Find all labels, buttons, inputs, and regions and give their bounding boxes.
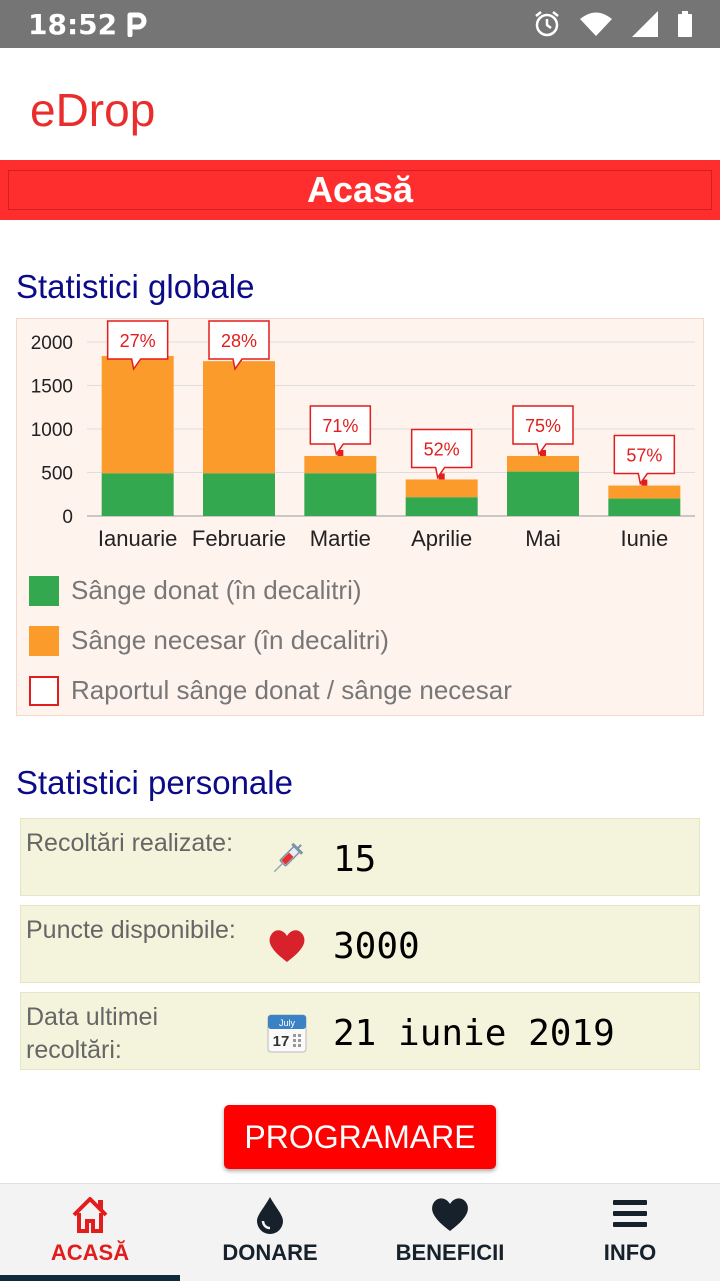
nav-label-info: INFO	[603, 1240, 657, 1265]
y-tick-label: 1000	[31, 420, 73, 441]
global-stats-title: Statistici globale	[16, 268, 255, 305]
stat-value-donations: 15	[333, 839, 377, 880]
ratio-label: 57%	[626, 446, 662, 466]
wifi-icon	[580, 12, 612, 36]
nav-item-home[interactable]: ACASĂ	[0, 1184, 180, 1281]
bar-needed	[608, 485, 681, 499]
nav-label-home: ACASĂ	[50, 1240, 130, 1265]
ratio-label: 52%	[424, 439, 460, 459]
legend-item-donated: Sânge donat (în decalitri)	[29, 575, 362, 606]
home-icon	[72, 1197, 108, 1233]
nav-item-donate[interactable]: DONARE	[180, 1184, 360, 1281]
heart-icon	[269, 930, 305, 962]
ratio-label: 71%	[322, 416, 358, 436]
bar-donated	[608, 498, 681, 516]
nav-item-benefits[interactable]: BENEFICII	[360, 1184, 540, 1281]
bar-donated	[203, 473, 275, 516]
status-time: 18:52	[28, 8, 118, 41]
stat-value-last-date: 21 iunie 2019	[333, 1013, 615, 1054]
parking-icon	[127, 12, 147, 37]
stat-row-donations: Recoltări realizate: 15	[20, 818, 700, 896]
x-tick-label: Aprilie	[411, 526, 472, 551]
legend-label-ratio: Raportul sânge donat / sânge necesar	[71, 675, 512, 705]
bar-needed	[405, 479, 478, 498]
nav-active-indicator	[0, 1275, 180, 1281]
ratio-label: 28%	[221, 331, 257, 351]
x-tick-label: Martie	[310, 526, 371, 551]
syringe-icon	[273, 842, 304, 873]
nav-item-info[interactable]: INFO	[540, 1184, 720, 1281]
heart-icon	[432, 1198, 468, 1231]
x-tick-label: Februarie	[192, 526, 286, 551]
battery-icon	[678, 11, 692, 37]
legend-item-ratio: Raportul sânge donat / sânge necesar	[29, 675, 512, 706]
legend-swatch-ratio	[29, 675, 59, 706]
stat-row-last-date: Data ultimei recoltări: July 17 21 iunie…	[20, 992, 700, 1070]
calendar-month: July	[279, 1018, 296, 1028]
bar-donated	[304, 473, 377, 516]
bar-donated	[507, 471, 579, 516]
legend-swatch-needed	[29, 625, 59, 656]
legend-label-needed: Sânge necesar (în decalitri)	[71, 625, 389, 655]
bar-needed	[507, 455, 579, 472]
title-bar: Acasă	[0, 160, 720, 220]
ratio-label: 75%	[525, 416, 561, 436]
bar-donated	[405, 497, 478, 516]
menu-icon	[613, 1200, 647, 1227]
signal-icon	[632, 11, 658, 37]
y-tick-label: 0	[62, 507, 73, 528]
nav-label-donate: DONARE	[222, 1240, 318, 1265]
stat-label-last-date: Data ultimei recoltări:	[26, 1003, 158, 1064]
bar-donated	[101, 473, 174, 516]
drop-icon	[257, 1197, 283, 1234]
x-tick-label: Iunie	[620, 526, 668, 551]
edrop-logo: eDrop	[30, 84, 155, 136]
bottom-nav: ACASĂ DONARE BENEFICII INFO	[0, 1183, 720, 1281]
legend-swatch-donated	[29, 575, 59, 606]
bar-needed	[203, 361, 275, 474]
alarm-icon	[535, 11, 559, 37]
stat-label-donations: Recoltări realizate:	[26, 829, 234, 857]
legend-item-needed: Sânge necesar (în decalitri)	[29, 625, 389, 656]
stat-value-points: 3000	[333, 926, 420, 967]
logo-text: eDrop	[30, 84, 155, 136]
ratio-label: 27%	[120, 331, 156, 351]
stat-row-points: Puncte disponibile: 3000	[20, 905, 700, 983]
x-tick-label: Ianuarie	[98, 526, 178, 551]
schedule-button[interactable]: PROGRAMARE	[224, 1105, 496, 1169]
status-bar: 18:52	[0, 0, 720, 48]
calendar-day: 17	[273, 1033, 290, 1050]
y-tick-label: 2000	[31, 333, 73, 354]
legend-label-donated: Sânge donat (în decalitri)	[71, 575, 362, 605]
calendar-icon: July 17	[267, 1014, 307, 1053]
personal-stats-title: Statistici personale	[16, 764, 293, 801]
page-title: Acasă	[8, 169, 712, 210]
global-stats-chart: 0 500 1000 1500 2000 Ianuarie 27% Februarie 28% M…	[16, 318, 704, 716]
chart-svg: 0 500 1000 1500 2000 Ianuarie 27% Februarie 28% M…	[31, 320, 695, 551]
stat-label-points: Puncte disponibile:	[26, 916, 236, 944]
x-tick-label: Mai	[525, 526, 560, 551]
bar-needed	[304, 455, 377, 474]
y-tick-label: 1500	[31, 377, 73, 398]
bar-needed	[101, 355, 174, 474]
y-tick-label: 500	[41, 464, 73, 485]
nav-label-benefits: BENEFICII	[395, 1240, 505, 1265]
